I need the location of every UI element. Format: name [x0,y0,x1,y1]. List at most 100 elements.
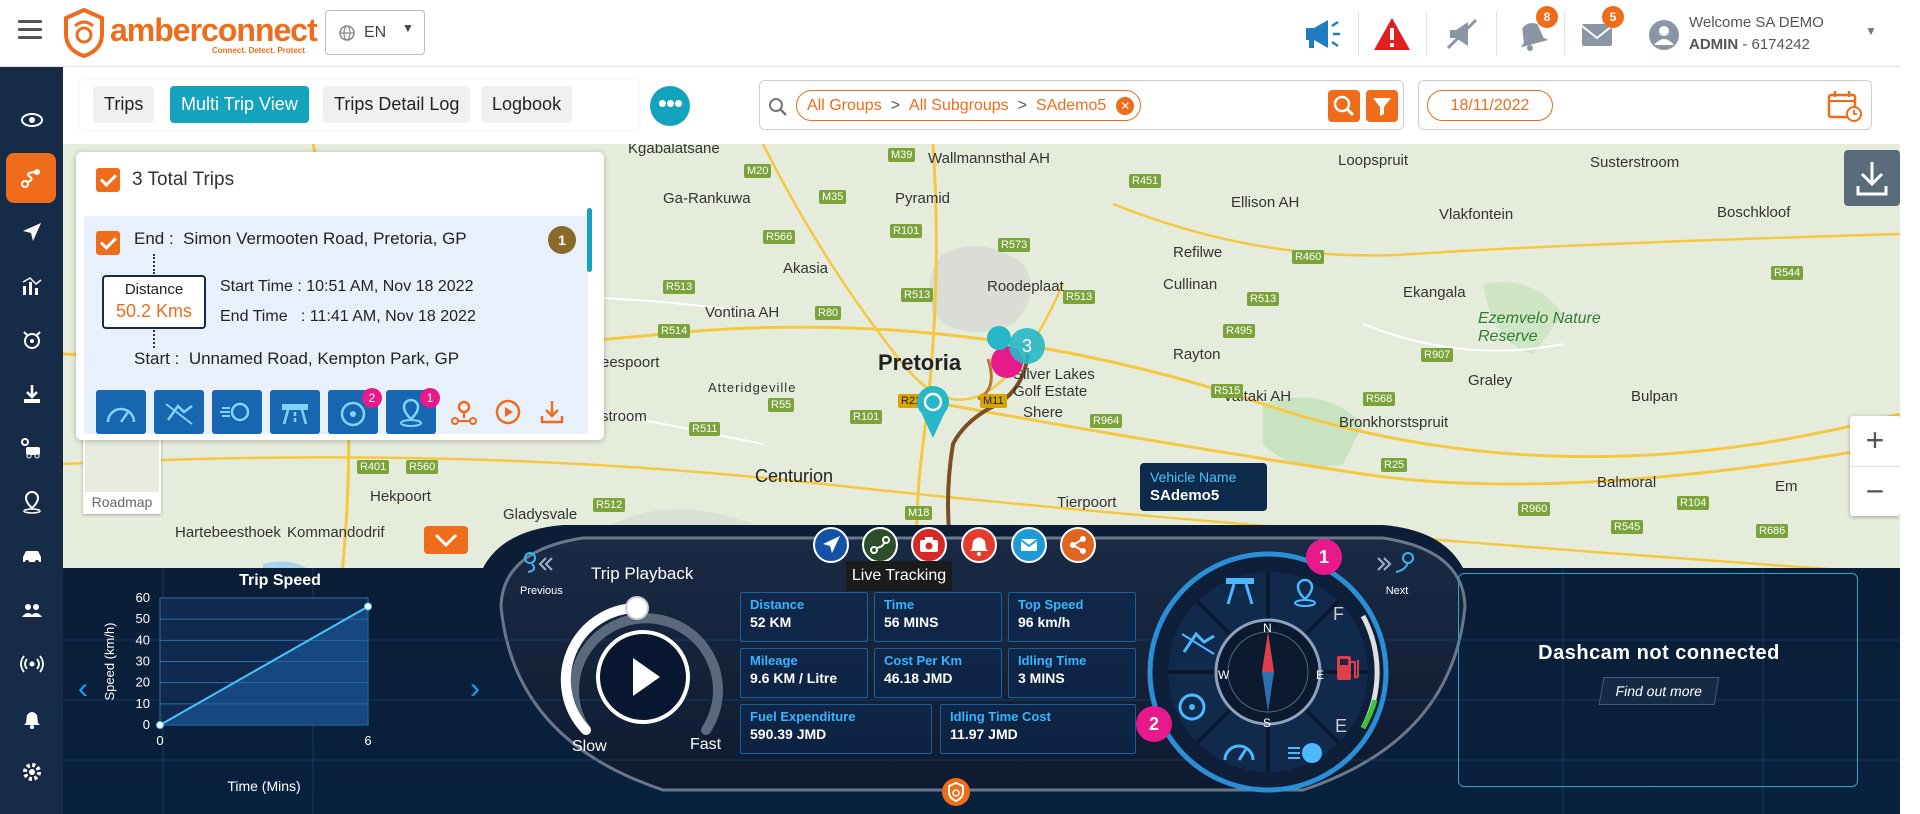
route-pin-icon [451,400,477,425]
highway-icon [282,404,308,425]
map-label: Rayton [1173,346,1221,363]
more-options-button[interactable]: ••• [650,86,690,126]
gauge-event-badge[interactable]: 2 [1136,706,1172,742]
tab-trips[interactable]: Trips [93,86,155,123]
sidebar-item-download[interactable] [0,369,63,419]
menu-icon[interactable] [18,20,42,42]
mail-icon[interactable]: 5 [1576,6,1624,56]
map-label: Shere [1023,404,1064,421]
roadmap-label: Roadmap [85,492,159,512]
date-input[interactable]: 18/11/2022 [1427,90,1553,121]
sidebar-item-navigate[interactable] [0,207,63,257]
chart-next-arrow[interactable]: › [470,672,480,706]
stat-value: 3 MINS [1018,670,1065,686]
location-pin-icon [22,490,41,514]
map-label: Bulpan [1631,388,1678,405]
next-trip-button[interactable]: Next [1374,550,1420,597]
brand-logo[interactable]: amberconnect Connect. Detect. Protect [62,7,318,59]
x-tick-label: 0 [156,733,163,748]
trip-card[interactable]: End : Simon Vermooten Road, Pretoria, GP… [84,208,592,434]
vehicle-name-value: SAdemo5 [1150,487,1220,504]
speed-filter-button[interactable] [96,390,146,434]
x-axis-label: Time (Mins) [227,778,300,794]
gear-icon [22,763,41,781]
user-menu[interactable]: Welcome SA DEMO ADMIN - 6174242 ▼ [1645,10,1895,60]
sidebar-item-reports[interactable] [0,261,63,311]
calendar-icon[interactable] [1827,89,1863,128]
fleet-event-count: 2 [362,388,382,408]
search-button[interactable] [1328,90,1360,122]
clear-filter-icon[interactable]: ✕ [1116,97,1135,115]
breadcrumb-group[interactable]: All Groups [807,97,882,114]
scrollbar[interactable] [587,208,592,272]
sidebar-item-signal[interactable] [0,639,63,689]
chart-prev-arrow[interactable]: ‹ [78,672,88,706]
stat-value: 9.6 KM / Litre [750,670,838,686]
sidebar-item-notifications[interactable] [0,693,63,743]
vehicle-marker[interactable] [913,384,953,444]
zoom-out-button[interactable]: − [1850,466,1900,516]
brand-tagline: Connect. Detect. Protect [212,46,305,55]
alert-icon[interactable] [1370,12,1414,56]
y-tick-label: 30 [136,654,150,669]
sidebar-item-geofence[interactable] [0,477,63,527]
breadcrumb-subgroup[interactable]: All Subgroups [909,97,1009,114]
filter-button[interactable] [1366,90,1398,122]
users-icon [21,604,42,617]
road-shield: R566 [763,230,796,244]
breadcrumb-vehicle[interactable]: SAdemo5 [1036,97,1106,114]
alert-button[interactable] [961,527,997,563]
sidebar-item-settings[interactable] [0,747,63,797]
stat-idling-time: Idling Time 3 MINS [1008,648,1136,698]
download-trip-button[interactable] [538,398,566,426]
previous-trip-button[interactable]: Previous [520,550,563,597]
route-button[interactable] [862,527,898,563]
camera-button[interactable] [911,527,947,563]
tab-logbook[interactable]: Logbook [481,86,573,123]
zoom-in-button[interactable]: + [1850,416,1900,466]
next-route-icon [1377,552,1414,573]
mute-icon[interactable] [1440,12,1484,56]
play-trip-button[interactable] [494,398,522,426]
sidebar-item-view[interactable] [0,95,63,145]
download-map-button[interactable] [1844,150,1900,206]
stat-label: Fuel Expenditure [750,709,856,724]
collapse-dashboard-button[interactable] [424,526,468,554]
tab-trips-detail-log[interactable]: Trips Detail Log [323,86,471,123]
location-event-button[interactable]: 1 [386,388,440,434]
sidebar-item-users[interactable] [0,585,63,635]
road-shield: M20 [744,164,772,178]
sidebar-item-vehicles[interactable] [0,423,63,473]
gauge-event-badge[interactable]: 1 [1306,539,1342,575]
fleet-event-button[interactable]: 2 [328,388,382,434]
language-select[interactable]: EN ▼ [325,10,425,55]
chart-icon [22,277,41,295]
notification-icon[interactable]: 8 [1510,6,1558,56]
share-button[interactable] [1060,527,1096,563]
sidebar-item-alerts[interactable] [0,315,63,365]
acceleration-button[interactable] [212,390,262,434]
road-shield: M39 [888,148,916,162]
route-view-button[interactable] [450,398,478,426]
group-filter[interactable]: All Groups > All Subgroups > SAdemo5 ✕ [759,80,1404,130]
stat-fuel-expenditure: Fuel Expenditure 590.39 JMD [740,704,932,754]
date-picker[interactable]: 18/11/2022 [1418,80,1872,130]
harsh-brake-button[interactable] [154,390,204,434]
find-out-more-button[interactable]: Find out more [1598,677,1720,705]
eye-icon [20,113,43,127]
live-tracking-button[interactable] [813,527,849,563]
stat-distance: Distance 52 KM [740,592,868,642]
trip-checkbox[interactable] [96,231,120,255]
megaphone-icon[interactable] [1300,12,1344,56]
road-shield: R544 [1771,266,1804,280]
divider [1358,12,1359,56]
tab-multi-trip-view[interactable]: Multi Trip View [170,86,309,123]
sidebar-item-fleet[interactable] [0,531,63,581]
sidebar-item-trips[interactable] [6,153,56,203]
highway-button[interactable] [270,390,320,434]
email-button[interactable] [1011,527,1047,563]
play-button[interactable] [596,630,690,724]
speed-dial-handle[interactable] [625,596,649,620]
select-all-checkbox[interactable] [96,168,120,192]
trip-cluster-marker[interactable]: 3 [977,314,1067,384]
